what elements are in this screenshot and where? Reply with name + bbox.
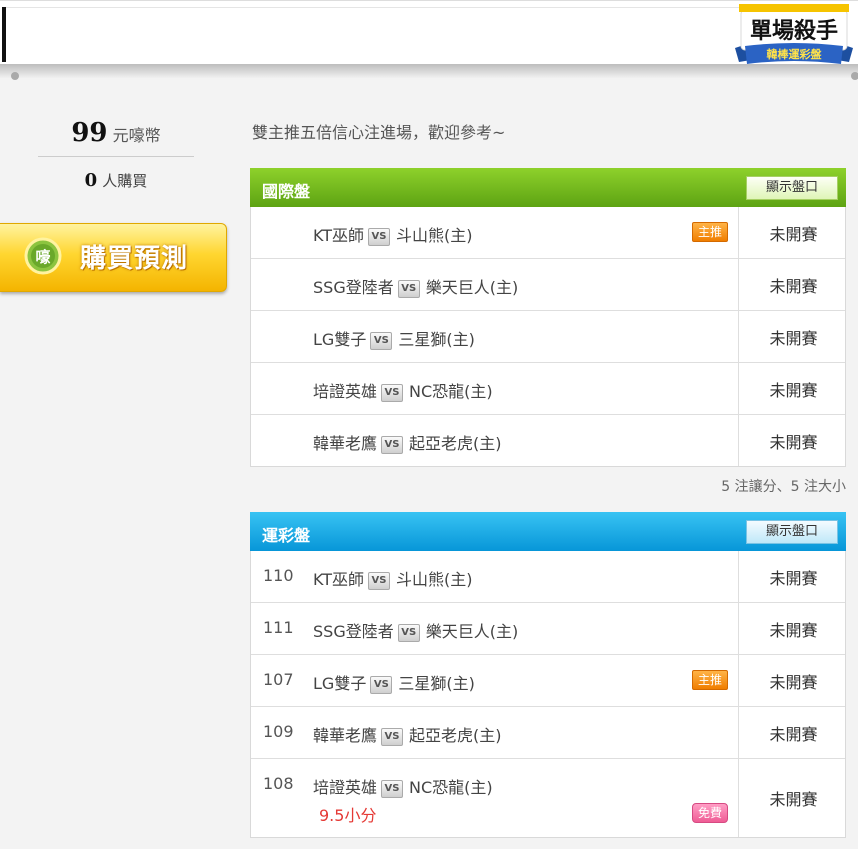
away-team: SSG登陸者 (313, 622, 394, 641)
home-team: 樂天巨人(主) (425, 622, 519, 641)
matchup: KT巫師 VS 斗山熊(主) (313, 222, 473, 246)
intro-text: 雙主推五倍信心注進場，歡迎參考~ (252, 123, 506, 142)
home-team: NC恐龍(主) (409, 778, 493, 797)
home-team: 三星獅(主) (398, 330, 475, 349)
away-team: 韓華老鷹 (313, 726, 378, 745)
sports-lottery-section: 運彩盤 顯示盤口 110 KT巫師 VS 斗山熊(主) 未開賽 111 SSG登陸者… (250, 512, 846, 838)
section-title: 國際盤 (262, 182, 311, 201)
price-display: 99 元嚎幣 (38, 118, 194, 157)
matchup: 培證英雄 VS NC恐龍(主) (313, 378, 493, 402)
vs-icon: VS (370, 676, 393, 694)
matchup: KT巫師 VS 斗山熊(主) (313, 566, 473, 590)
away-team: KT巫師 (313, 570, 365, 589)
game-number: 107 (263, 670, 294, 689)
top-banner (0, 0, 858, 65)
buy-prediction-button[interactable]: 嚎 購買預測 (0, 223, 227, 292)
pin-icon (11, 72, 19, 80)
match-status: 未開賽 (738, 759, 848, 837)
badge-subtitle: 韓棒運彩盤 (767, 47, 823, 61)
featured-tag: 主推 (692, 670, 728, 690)
free-pick: 9.5小分 (319, 806, 377, 825)
vs-icon: VS (381, 384, 404, 402)
matchup: 培證英雄 VS NC恐龍(主) (313, 774, 493, 798)
coin-label: 嚎 (35, 248, 50, 266)
section-title: 運彩盤 (262, 526, 311, 545)
buyer-count-unit: 人購買 (102, 172, 148, 190)
home-team: 三星獅(主) (398, 674, 475, 693)
game-number: 110 (263, 566, 294, 585)
price-unit: 元嚎幣 (112, 126, 161, 145)
banner-line (6, 7, 746, 8)
match-row: 110 KT巫師 VS 斗山熊(主) 未開賽 (251, 551, 845, 602)
match-row: 培證英雄 VS NC恐龍(主) 未開賽 (251, 362, 845, 414)
single-game-killer-badge: 單場殺手 韓棒運彩盤 (735, 4, 853, 64)
away-team: LG雙子 (313, 674, 367, 693)
game-number: 111 (263, 618, 294, 637)
away-team: 韓華老鷹 (313, 434, 378, 453)
match-status: 未開賽 (738, 311, 848, 362)
matchup: 韓華老鷹 VS 起亞老虎(主) (313, 430, 502, 454)
game-number: 109 (263, 722, 294, 741)
free-tag: 免費 (692, 803, 728, 823)
show-odds-button[interactable]: 顯示盤口 (746, 176, 838, 200)
match-row: 108 培證英雄 VS NC恐龍(主) 9.5小分 免費 未開賽 (251, 758, 845, 837)
home-team: 斗山熊(主) (396, 226, 473, 245)
vs-icon: VS (368, 228, 391, 246)
matchup: SSG登陸者 VS 樂天巨人(主) (313, 274, 518, 298)
bet-summary: 5 注讓分、5 注大小 (721, 479, 846, 495)
match-status: 未開賽 (738, 259, 848, 310)
match-row: LG雙子 VS 三星獅(主) 未開賽 (251, 310, 845, 362)
coin-icon: 嚎 (24, 237, 62, 275)
vs-icon: VS (368, 572, 391, 590)
vs-icon: VS (370, 332, 393, 350)
buy-prediction-label: 購買預測 (80, 244, 189, 274)
away-team: KT巫師 (313, 226, 365, 245)
vs-icon: VS (381, 728, 404, 746)
match-status: 未開賽 (738, 551, 848, 602)
away-team: 培證英雄 (313, 382, 378, 401)
section-header: 國際盤 顯示盤口 (250, 168, 846, 207)
match-status: 未開賽 (738, 415, 848, 466)
match-status: 未開賽 (738, 603, 848, 654)
match-row: 韓華老鷹 VS 起亞老虎(主) 未開賽 (251, 414, 845, 466)
featured-tag: 主推 (692, 222, 728, 242)
matchup: LG雙子 VS 三星獅(主) (313, 326, 475, 350)
match-list: KT巫師 VS 斗山熊(主) 主推 未開賽 SSG登陸者 VS 樂天巨人(主) 未開賽 … (250, 207, 846, 467)
vs-icon: VS (397, 280, 420, 298)
match-status: 未開賽 (738, 207, 848, 258)
away-team: LG雙子 (313, 330, 367, 349)
badge-title: 單場殺手 (750, 18, 838, 43)
banner-shadow (0, 64, 858, 78)
matchup: 韓華老鷹 VS 起亞老虎(主) (313, 722, 502, 746)
show-odds-button[interactable]: 顯示盤口 (746, 520, 838, 544)
vs-icon: VS (397, 624, 420, 642)
home-team: 樂天巨人(主) (425, 278, 519, 297)
game-number: 108 (263, 774, 294, 793)
home-team: 起亞老虎(主) (409, 726, 502, 745)
matchup: LG雙子 VS 三星獅(主) (313, 670, 475, 694)
match-row: 111 SSG登陸者 VS 樂天巨人(主) 未開賽 (251, 602, 845, 654)
vs-icon: VS (381, 780, 404, 798)
home-team: NC恐龍(主) (409, 382, 493, 401)
banner-left-bar (2, 7, 6, 62)
buyer-count-value: 0 (84, 170, 98, 191)
matchup: SSG登陸者 VS 樂天巨人(主) (313, 618, 518, 642)
international-section: 國際盤 顯示盤口 KT巫師 VS 斗山熊(主) 主推 未開賽 SSG登陸者 VS 樂天巨… (250, 168, 846, 467)
match-row: KT巫師 VS 斗山熊(主) 主推 未開賽 (251, 207, 845, 258)
match-row: 107 LG雙子 VS 三星獅(主) 主推 未開賽 (251, 654, 845, 706)
home-team: 起亞老虎(主) (409, 434, 502, 453)
match-row: 109 韓華老鷹 VS 起亞老虎(主) 未開賽 (251, 706, 845, 758)
match-list: 110 KT巫師 VS 斗山熊(主) 未開賽 111 SSG登陸者 VS 樂天巨人(主)… (250, 551, 846, 838)
home-team: 斗山熊(主) (396, 570, 473, 589)
match-status: 未開賽 (738, 363, 848, 414)
away-team: SSG登陸者 (313, 278, 394, 297)
match-status: 未開賽 (738, 707, 848, 758)
price-value: 99 (71, 118, 108, 148)
buyer-count: 0 人購買 (38, 170, 194, 191)
match-row: SSG登陸者 VS 樂天巨人(主) 未開賽 (251, 258, 845, 310)
match-status: 未開賽 (738, 655, 848, 706)
away-team: 培證英雄 (313, 778, 378, 797)
section-header: 運彩盤 顯示盤口 (250, 512, 846, 551)
vs-icon: VS (381, 436, 404, 454)
